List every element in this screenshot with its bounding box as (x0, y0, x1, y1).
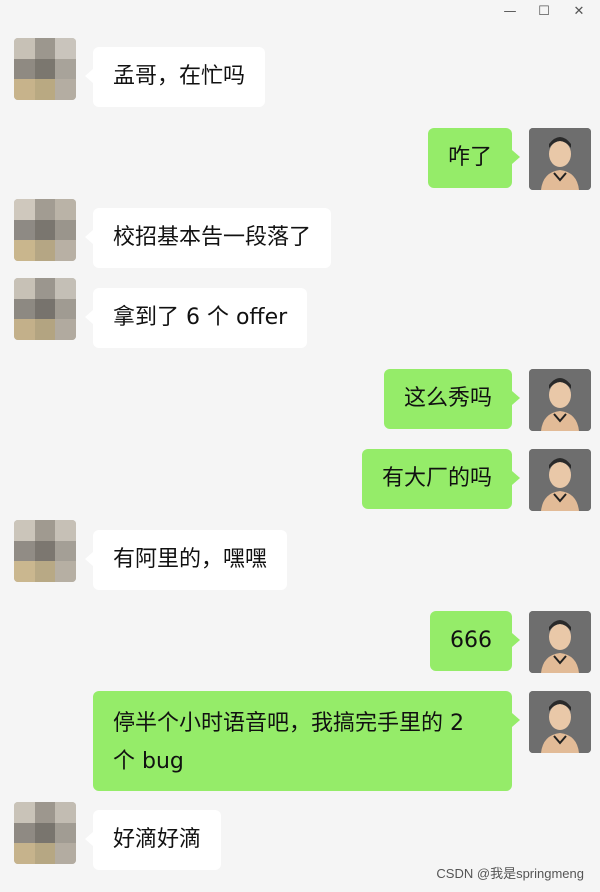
contact-avatar-icon[interactable] (14, 38, 76, 100)
my-avatar-icon[interactable] (529, 128, 591, 190)
watermark: CSDN @我是springmeng (436, 866, 584, 881)
my-avatar-icon[interactable] (529, 449, 591, 511)
chat-message-list: 孟哥，在忙吗 咋了 校招基本告一段落了 拿到了 6 个 offer 这么秀吗 有… (0, 0, 600, 892)
message-bubble-outgoing: 666 (430, 611, 520, 671)
message-bubble-outgoing: 咋了 (427, 128, 521, 188)
message-bubble-outgoing: 有大厂的吗 (361, 449, 521, 509)
my-avatar-icon[interactable] (529, 611, 591, 673)
contact-avatar-icon[interactable] (14, 802, 76, 864)
message-bubble-outgoing: 这么秀吗 (383, 369, 521, 429)
message-bubble-outgoing: 停半个小时语音吧，我搞完手里的 2 个 bug (93, 691, 520, 791)
contact-avatar-icon[interactable] (14, 199, 76, 261)
message-bubble-incoming: 孟哥，在忙吗 (84, 47, 266, 107)
message-bubble-incoming: 有阿里的，嘿嘿 (84, 530, 288, 590)
contact-avatar-icon[interactable] (14, 520, 76, 582)
my-avatar-icon[interactable] (529, 691, 591, 753)
my-avatar-icon[interactable] (529, 369, 591, 431)
contact-avatar-icon[interactable] (14, 278, 76, 340)
message-bubble-incoming: 校招基本告一段落了 (84, 208, 332, 268)
message-bubble-incoming: 好滴好滴 (84, 810, 222, 870)
message-bubble-incoming: 拿到了 6 个 offer (84, 288, 308, 348)
